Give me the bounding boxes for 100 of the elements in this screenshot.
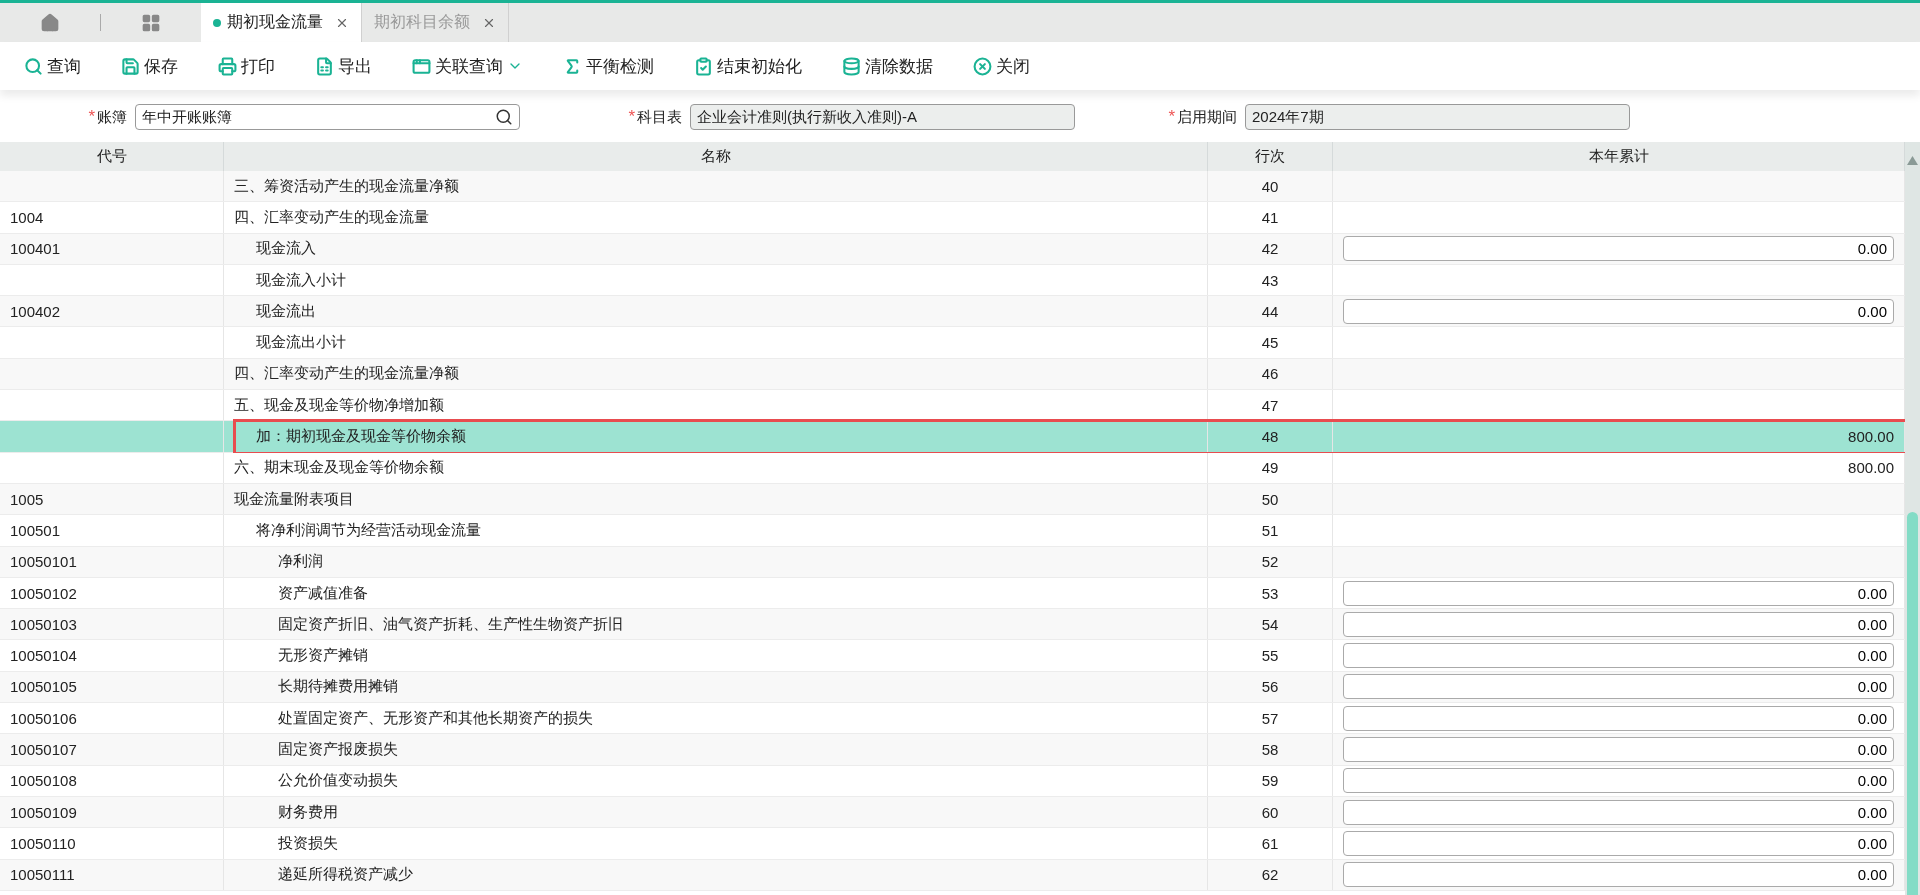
- name-cell: 五、现金及现金等价物净增加额: [224, 390, 1208, 421]
- search-icon[interactable]: [495, 108, 513, 126]
- table-row[interactable]: 100402 现金流出 44 0.00: [0, 296, 1905, 328]
- line-cell: 53: [1208, 577, 1333, 609]
- field-label: 启用期间: [1177, 108, 1237, 127]
- table-row[interactable]: 10050110 投资损失 61 0.00: [0, 828, 1905, 860]
- code-cell: 10050105: [0, 671, 224, 703]
- code-cell: 1005: [0, 483, 224, 515]
- table-row[interactable]: 1004 四、汇率变动产生的现金流量 41: [0, 202, 1905, 234]
- dropdown-button[interactable]: 关联查询: [412, 54, 523, 78]
- code-cell: 10050107: [0, 734, 224, 765]
- line-cell: 49: [1208, 452, 1333, 483]
- close-icon: [973, 56, 992, 76]
- database-icon: [842, 56, 861, 76]
- table-row[interactable]: 10050108 公允价值变动损失 59 0.00: [0, 765, 1905, 797]
- table-row[interactable]: 五、现金及现金等价物净增加额 47: [0, 390, 1905, 422]
- line-cell: 58: [1208, 734, 1333, 765]
- toolbar-button[interactable]: 结束初始化: [694, 54, 802, 78]
- name-cell: 现金流出: [224, 296, 1208, 327]
- table-row[interactable]: 100501 将净利润调节为经营活动现金流量 51: [0, 515, 1905, 547]
- table-row[interactable]: 四、汇率变动产生的现金流量净额 46: [0, 358, 1905, 391]
- tab-label: 期初科目余额: [374, 12, 470, 32]
- amount-input[interactable]: 0.00: [1343, 611, 1894, 637]
- table-row[interactable]: 三、筹资活动产生的现金流量净额 40: [0, 171, 1905, 203]
- amount-input[interactable]: 0.00: [1343, 768, 1894, 794]
- table-row[interactable]: 六、期末现金及现金等价物余额 49 800.00: [0, 452, 1905, 484]
- code-cell: 10050109: [0, 796, 224, 828]
- line-cell: 48: [1208, 421, 1333, 452]
- window-icon: [412, 56, 431, 76]
- table-row[interactable]: 10050111 递延所得税资产减少 62 0.00: [0, 859, 1905, 891]
- amount-input[interactable]: 0.00: [1343, 643, 1894, 669]
- name-cell: 投资损失: [224, 828, 1208, 859]
- amount-input[interactable]: 0.00: [1343, 580, 1894, 606]
- name-cell: 公允价值变动损失: [224, 765, 1208, 796]
- amount-input[interactable]: 0.00: [1343, 298, 1894, 324]
- table-row[interactable]: 1005 现金流量附表项目 50: [0, 483, 1905, 516]
- scroll-up-icon: [1907, 156, 1918, 165]
- name-cell: 将净利润调节为经营活动现金流量: [224, 515, 1208, 546]
- table-row[interactable]: 加：期初现金及现金等价物余额 48 800.00: [0, 421, 1905, 453]
- line-cell: 46: [1208, 358, 1333, 390]
- input-field[interactable]: 年中开账账簿: [135, 104, 520, 130]
- spreadsheet-icon: [315, 56, 334, 76]
- toolbar-button[interactable]: 平衡检测: [563, 54, 654, 78]
- name-cell: 财务费用: [224, 796, 1208, 828]
- toolbar-button[interactable]: 查询: [24, 54, 81, 78]
- code-cell: 100402: [0, 296, 224, 327]
- amount-input[interactable]: 0.00: [1343, 737, 1894, 762]
- active-dot-icon: [213, 18, 221, 27]
- amount-input[interactable]: 0.00: [1343, 799, 1894, 825]
- table-row[interactable]: 10050104 无形资产摊销 55 0.00: [0, 640, 1905, 672]
- name-cell: 六、期末现金及现金等价物余额: [224, 452, 1208, 483]
- name-cell: 加：期初现金及现金等价物余额: [224, 421, 1208, 452]
- amount-input[interactable]: 0.00: [1343, 830, 1894, 856]
- line-cell: 55: [1208, 640, 1333, 671]
- line-cell: 61: [1208, 828, 1333, 859]
- line-cell: 44: [1208, 296, 1333, 327]
- line-cell: 54: [1208, 609, 1333, 640]
- tab[interactable]: 期初现金流量: [201, 3, 362, 42]
- amount-input[interactable]: 0.00: [1343, 862, 1894, 888]
- table-row[interactable]: 10050107 固定资产报废损失 58 0.00: [0, 734, 1905, 766]
- line-cell: 62: [1208, 859, 1333, 890]
- table-row[interactable]: 现金流入小计 43: [0, 264, 1905, 297]
- code-cell: 10050103: [0, 609, 224, 640]
- toolbar-button[interactable]: 清除数据: [842, 54, 933, 78]
- toolbar-button[interactable]: 关闭: [973, 54, 1030, 78]
- table-row[interactable]: 100401 现金流入 42 0.00: [0, 233, 1905, 265]
- table-row[interactable]: 10050106 处置固定资产、无形资产和其他长期资产的损失 57 0.00: [0, 703, 1905, 735]
- toolbar-button[interactable]: 打印: [218, 54, 275, 78]
- table-row[interactable]: 10050109 财务费用 60 0.00: [0, 796, 1905, 829]
- line-cell: 43: [1208, 264, 1333, 296]
- line-cell: 57: [1208, 703, 1333, 734]
- home-icon[interactable]: [40, 12, 60, 33]
- code-cell: 10050106: [0, 703, 224, 734]
- line-cell: 41: [1208, 202, 1333, 233]
- amount-input[interactable]: 0.00: [1343, 236, 1894, 262]
- name-cell: 四、汇率变动产生的现金流量: [224, 202, 1208, 233]
- table-row[interactable]: 10050101 净利润 52: [0, 546, 1905, 578]
- scrollbar[interactable]: [1905, 142, 1920, 895]
- scroll-thumb[interactable]: [1907, 512, 1918, 895]
- line-cell: 42: [1208, 233, 1333, 264]
- name-cell: 现金流入: [224, 233, 1208, 264]
- required-mark: *: [1168, 107, 1175, 127]
- grid-icon[interactable]: [141, 12, 161, 33]
- table-row[interactable]: 10050105 长期待摊费用摊销 56 0.00: [0, 671, 1905, 704]
- table-row[interactable]: 10050102 资产减值准备 53 0.00: [0, 577, 1905, 610]
- amount-input[interactable]: 0.00: [1343, 674, 1894, 700]
- toolbar-button[interactable]: 导出: [315, 54, 372, 78]
- toolbar-button[interactable]: 保存: [121, 54, 178, 78]
- name-cell: 长期待摊费用摊销: [224, 671, 1208, 703]
- code-cell: 1004: [0, 202, 224, 233]
- name-cell: 递延所得税资产减少: [224, 859, 1208, 890]
- line-cell: 60: [1208, 796, 1333, 828]
- required-mark: *: [88, 107, 95, 127]
- search-icon: [24, 56, 43, 76]
- line-cell: 40: [1208, 171, 1333, 202]
- table-row[interactable]: 现金流出小计 45: [0, 327, 1905, 359]
- name-cell: 三、筹资活动产生的现金流量净额: [224, 171, 1208, 202]
- table-row[interactable]: 10050103 固定资产折旧、油气资产折耗、生产性生物资产折旧 54 0.00: [0, 609, 1905, 641]
- name-cell: 固定资产报废损失: [224, 734, 1208, 765]
- amount-input[interactable]: 0.00: [1343, 705, 1894, 731]
